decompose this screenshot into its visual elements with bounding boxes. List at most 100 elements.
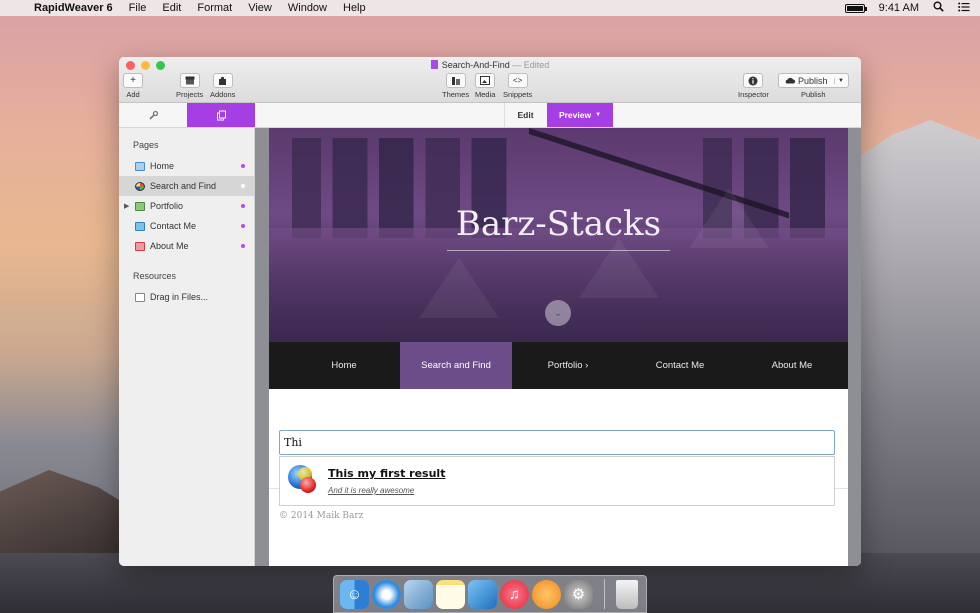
itunes-icon[interactable]: ♫ (500, 579, 529, 609)
document-name: Search-And-Find (441, 60, 510, 70)
addons-tool[interactable]: Addons (210, 73, 235, 99)
mode-edit-button[interactable]: Edit (504, 103, 546, 127)
search-results-dropdown: This my first result And it is really aw… (279, 456, 835, 506)
sidebar-item-label: Portfolio (150, 201, 184, 211)
inspector-info-icon[interactable] (743, 73, 764, 88)
themes-label: Themes (442, 90, 470, 99)
add-icon[interactable]: + (123, 73, 143, 88)
status-dot (241, 164, 245, 168)
sidebar-item-label: About Me (150, 241, 189, 251)
cloud-upload-icon (785, 77, 795, 84)
add-tool[interactable]: + Add (123, 73, 143, 99)
menu-file[interactable]: File (121, 2, 155, 14)
sidebar-item-contact-me[interactable]: Contact Me (119, 216, 254, 236)
tab-settings-wrench-icon[interactable] (119, 103, 187, 127)
scroll-down-chevron-icon[interactable]: ⌄ (545, 300, 571, 326)
system-preferences-icon[interactable]: ⚙ (564, 579, 593, 609)
site-nav-home[interactable]: Home (288, 342, 400, 389)
trash-icon[interactable] (616, 579, 638, 609)
menubar: RapidWeaver 6 File Edit Format View Wind… (0, 0, 980, 16)
projects-icon[interactable] (179, 73, 200, 88)
sidebar-item-label: Drag in Files... (150, 292, 209, 302)
menu-view[interactable]: View (240, 2, 280, 14)
result-description: And it is really awesome (328, 486, 415, 495)
site-nav-about-me[interactable]: About Me (736, 342, 848, 389)
ibooks-icon[interactable] (532, 579, 561, 609)
site-footer: © 2014 Maik Barz (279, 511, 364, 521)
publish-button-label: Publish (798, 75, 828, 86)
document-status: Edited (523, 60, 550, 70)
projects-label: Projects (176, 90, 204, 99)
add-label: Add (126, 90, 140, 99)
projects-tool[interactable]: Projects (176, 73, 203, 99)
sidebar: Pages Home Search and Find ▶ Portfolio C… (119, 128, 255, 566)
search-result-item[interactable]: This my first result And it is really aw… (328, 467, 445, 495)
stacks-logo-icon (286, 465, 318, 497)
menu-app-name[interactable]: RapidWeaver 6 (26, 2, 121, 14)
sidebar-item-home[interactable]: Home (119, 156, 254, 176)
menu-format[interactable]: Format (189, 2, 240, 14)
menu-edit[interactable]: Edit (154, 2, 189, 14)
finder-icon[interactable]: ☺ (340, 579, 369, 609)
snippets-code-icon[interactable]: <> (507, 73, 528, 88)
document-icon (430, 60, 438, 69)
window-title: Search-And-Find — Edited (119, 60, 861, 70)
search-section: Thi This my first result And it is reall… (269, 389, 848, 566)
notification-center-icon[interactable] (958, 2, 970, 15)
xcode-icon[interactable] (468, 579, 497, 609)
snippets-label: Snippets (503, 90, 533, 99)
hero-divider (447, 250, 670, 251)
notes-icon[interactable] (436, 579, 465, 609)
inspector-label: Inspector (738, 90, 769, 99)
mode-preview-label: Preview (558, 110, 592, 120)
addons-puzzle-icon[interactable] (212, 73, 233, 88)
site-nav-portfolio[interactable]: Portfolio › (512, 342, 624, 389)
publish-button[interactable]: Publish (779, 76, 834, 86)
mode-preview-button[interactable]: Preview ▼ (547, 103, 613, 127)
dock-separator (604, 579, 605, 609)
sidebar-item-portfolio[interactable]: ▶ Portfolio (119, 196, 254, 216)
result-title-link[interactable]: This my first result (328, 467, 445, 480)
sidebar-item-about-me[interactable]: About Me (119, 236, 254, 256)
search-input[interactable]: Thi (279, 430, 835, 455)
snippets-tool[interactable]: <> Snippets (503, 73, 532, 99)
safari-icon[interactable] (372, 579, 401, 609)
battery-icon[interactable] (844, 3, 867, 13)
media-label: Media (475, 90, 496, 99)
tab-pages-icon[interactable] (187, 103, 255, 127)
themes-tool[interactable]: Themes (442, 73, 469, 99)
publish-dropdown-chevron-icon[interactable]: ▼ (833, 77, 848, 84)
sidebar-item-label: Home (150, 161, 175, 171)
clock[interactable]: 9:41 AM (879, 2, 919, 14)
media-tool[interactable]: Media (475, 73, 495, 99)
sidebar-item-label: Contact Me (150, 221, 197, 231)
preview-area: Barz-Stacks ⌄ Home Search and Find Portf… (255, 128, 861, 566)
pages-heading: Pages (133, 140, 159, 150)
themes-icon[interactable] (445, 73, 466, 88)
media-icon[interactable] (475, 73, 496, 88)
status-dot (241, 204, 245, 208)
inspector-tool[interactable]: Inspector (738, 73, 769, 99)
site-nav-contact-me[interactable]: Contact Me (624, 342, 736, 389)
sidebar-item-drag-in-files[interactable]: Drag in Files... (119, 287, 254, 307)
app-window: Search-And-Find — Edited + Add Projects … (119, 57, 861, 566)
disclosure-triangle-icon[interactable]: ▶ (124, 202, 129, 210)
page-photo-icon (135, 201, 145, 211)
menu-window[interactable]: Window (280, 2, 335, 14)
menu-help[interactable]: Help (335, 2, 374, 14)
addons-label: Addons (210, 90, 236, 99)
resources-heading: Resources (133, 271, 177, 281)
preview-icon[interactable] (404, 579, 433, 609)
page-about-icon (135, 241, 145, 251)
dock: ☺ ♫ ⚙ (333, 575, 647, 613)
site-nav-search-and-find[interactable]: Search and Find (400, 342, 512, 389)
spotlight-search-icon[interactable] (933, 1, 944, 15)
page-contact-icon (135, 221, 145, 231)
hero-title: Barz-Stacks (455, 204, 662, 244)
sidebar-item-search-and-find[interactable]: Search and Find (119, 176, 254, 196)
body-area: Pages Home Search and Find ▶ Portfolio C… (119, 128, 861, 566)
chevron-down-icon: ▼ (595, 112, 602, 118)
tab-bar: Edit Preview ▼ (119, 103, 861, 128)
page-home-icon (135, 161, 145, 171)
website-preview: Barz-Stacks ⌄ Home Search and Find Portf… (269, 128, 848, 566)
